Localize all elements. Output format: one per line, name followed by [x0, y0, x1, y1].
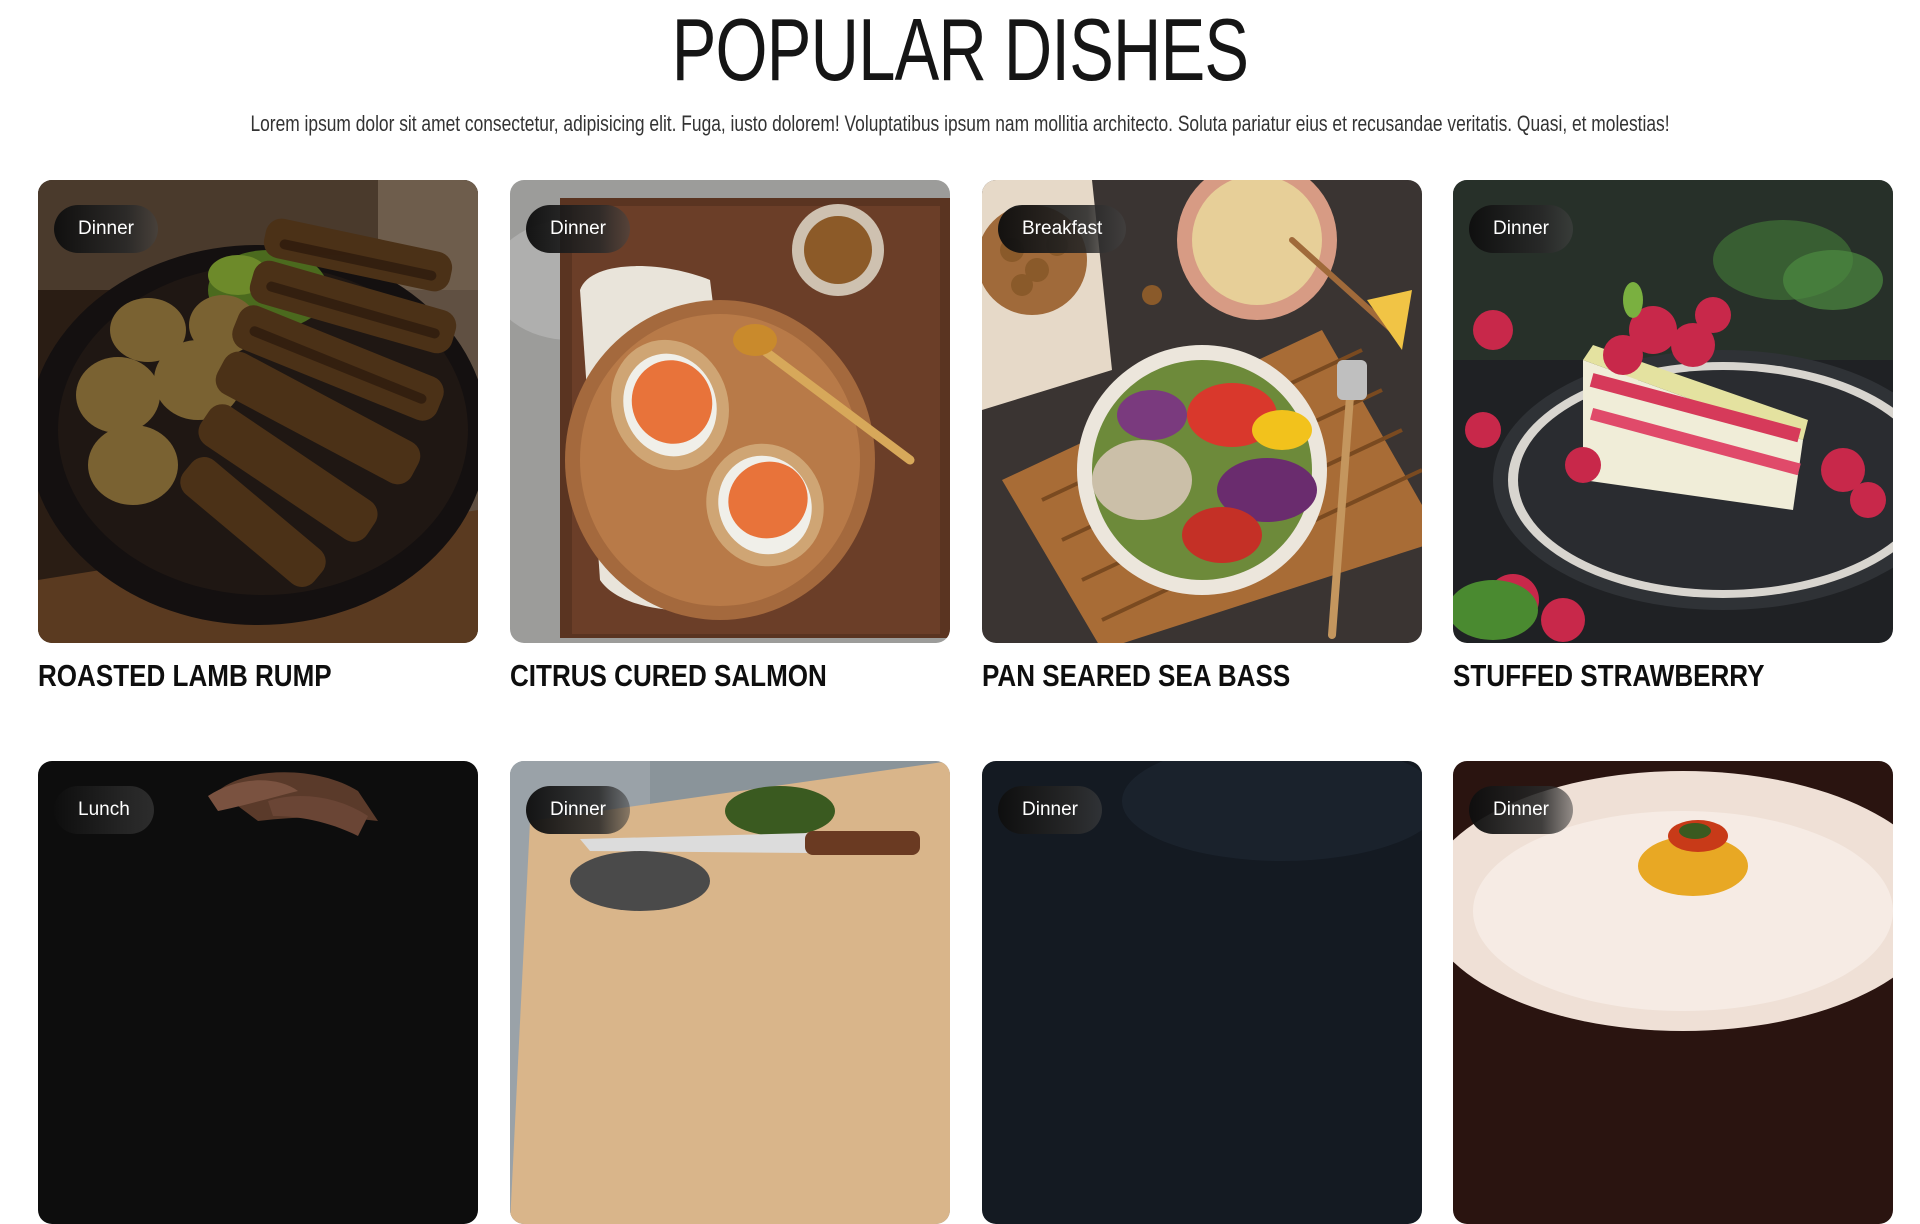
page-subtitle: Lorem ipsum dolor sit amet consectetur, …	[250, 111, 1670, 136]
page-title: POPULAR DISHES	[671, 0, 1249, 99]
dish-image[interactable]: Dinner	[510, 180, 950, 643]
dish-card-dinner-3[interactable]: Dinner	[1453, 761, 1893, 1224]
dish-card-lunch[interactable]: Lunch	[38, 761, 478, 1224]
category-badge[interactable]: Lunch	[54, 786, 154, 834]
category-badge[interactable]: Breakfast	[998, 205, 1127, 253]
dish-name[interactable]: CITRUS CURED SALMON	[510, 654, 827, 698]
dish-card-citrus-cured-salmon[interactable]: Dinner CITRUS CURED SALMON	[510, 180, 950, 693]
dish-image[interactable]: Lunch	[38, 761, 478, 1224]
dish-image[interactable]: Dinner	[1453, 180, 1893, 643]
category-badge[interactable]: Dinner	[998, 786, 1102, 834]
dish-image[interactable]: Breakfast	[982, 180, 1422, 643]
dish-card-roasted-lamb-rump[interactable]: Dinner ROASTED LAMB RUMP	[38, 180, 478, 693]
category-badge[interactable]: Dinner	[1469, 786, 1573, 834]
category-badge[interactable]: Dinner	[526, 786, 630, 834]
dish-image[interactable]: Dinner	[1453, 761, 1893, 1224]
category-badge[interactable]: Dinner	[1469, 205, 1573, 253]
dish-card-stuffed-strawberry[interactable]: Dinner STUFFED STRAWBERRY	[1453, 180, 1893, 693]
dish-image[interactable]: Dinner	[38, 180, 478, 643]
category-badge[interactable]: Dinner	[54, 205, 158, 253]
category-badge[interactable]: Dinner	[526, 205, 630, 253]
dish-name[interactable]: STUFFED STRAWBERRY	[1453, 654, 1765, 698]
dish-image[interactable]: Dinner	[982, 761, 1422, 1224]
dish-card-dinner[interactable]: Dinner	[510, 761, 950, 1224]
dish-card-dinner-2[interactable]: Dinner	[982, 761, 1422, 1224]
dish-name[interactable]: PAN SEARED SEA BASS	[982, 654, 1290, 698]
dish-image[interactable]: Dinner	[510, 761, 950, 1224]
dish-name[interactable]: ROASTED LAMB RUMP	[38, 654, 332, 698]
dish-card-pan-seared-sea-bass[interactable]: Breakfast PAN SEARED SEA BASS	[982, 180, 1422, 693]
